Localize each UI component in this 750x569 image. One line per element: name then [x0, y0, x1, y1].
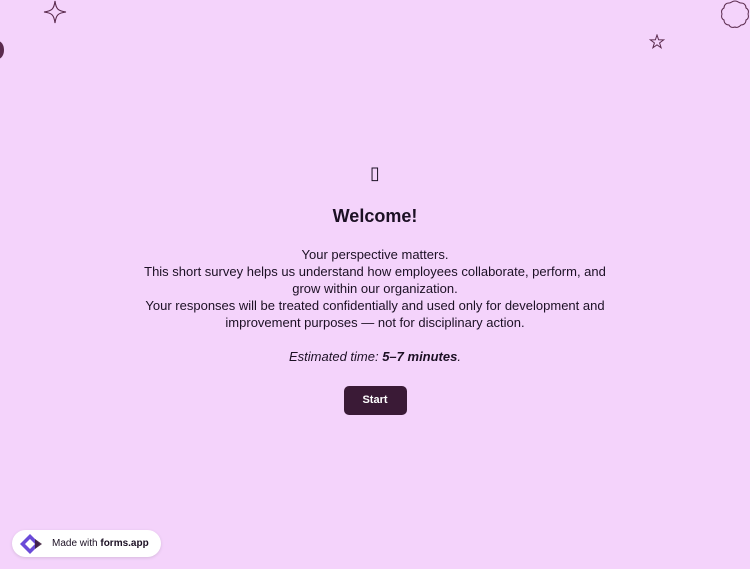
made-with-text: Made with forms.app — [52, 538, 149, 549]
forms-app-logo-icon — [18, 533, 44, 555]
made-with-badge[interactable]: Made with forms.app — [12, 530, 161, 557]
cloud-icon — [719, 0, 750, 30]
welcome-page: ▯ Welcome! Your perspective matters. Thi… — [0, 0, 750, 569]
brand-name: forms.app — [100, 538, 149, 549]
sparkle-icon — [42, 0, 68, 24]
welcome-description: Your perspective matters. This short sur… — [135, 246, 615, 331]
half-circle-icon — [0, 41, 4, 59]
description-line: Your perspective matters. — [301, 247, 449, 262]
estimate-suffix: . — [457, 349, 461, 364]
estimate-prefix: Estimated time: — [289, 349, 383, 364]
description-line: Your responses will be treated confident… — [145, 298, 605, 330]
description-line: This short survey helps us understand ho… — [144, 264, 606, 296]
welcome-section: ▯ Welcome! Your perspective matters. Thi… — [0, 163, 750, 415]
estimated-time: Estimated time: 5–7 minutes. — [0, 348, 750, 365]
star-icon — [649, 34, 665, 50]
page-title: Welcome! — [332, 206, 418, 226]
start-button[interactable]: Start — [343, 386, 407, 415]
estimate-value: 5–7 minutes — [382, 349, 458, 364]
waving-hand-icon: ▯ — [370, 163, 380, 184]
made-with-label: Made with — [52, 538, 98, 549]
